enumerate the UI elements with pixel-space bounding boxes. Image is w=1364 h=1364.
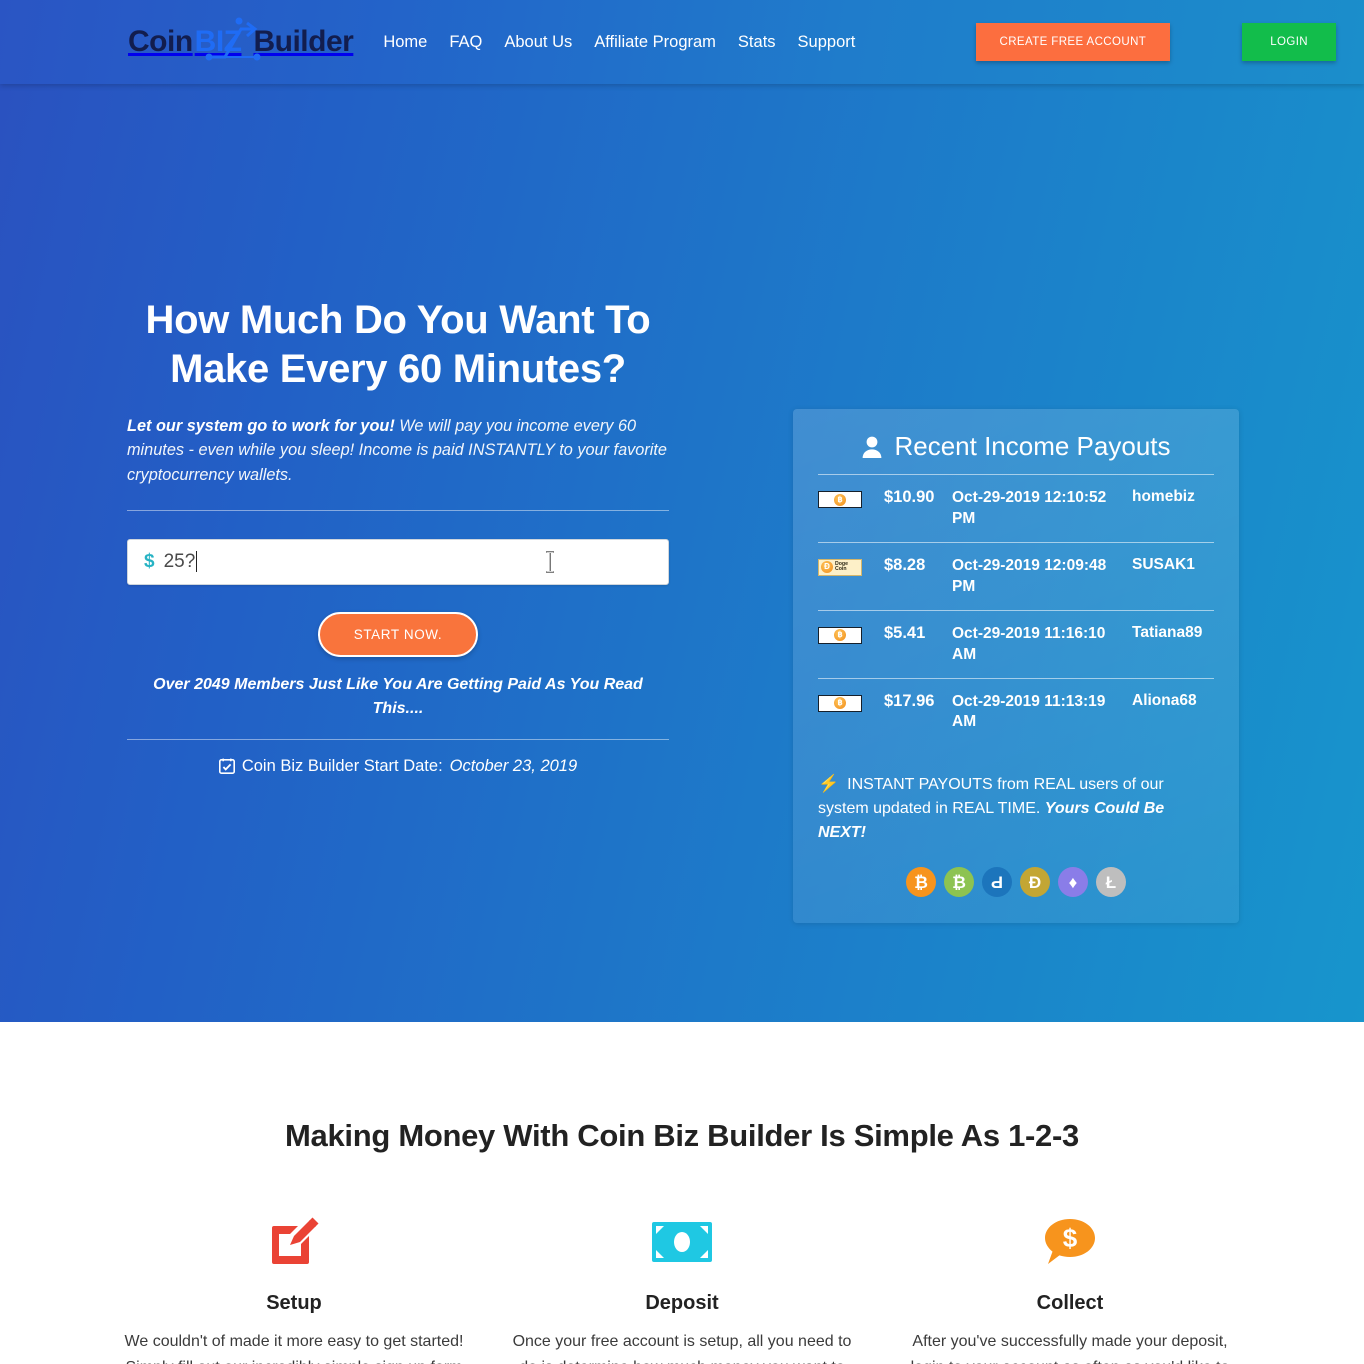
hero-content: How Much Do You Want To Make Every 60 Mi… (127, 296, 669, 776)
payout-row: ฿ $17.96 Oct-29-2019 11:13:19 AM Aliona6… (818, 679, 1214, 746)
step-collect: $ Collect After you've successfully made… (876, 1214, 1264, 1364)
nav-item-stats[interactable]: Stats (738, 33, 776, 52)
logo-text-coin: Coin (128, 25, 193, 58)
payouts-title-text: Recent Income Payouts (894, 431, 1171, 461)
lightning-bolt-icon: ⚡ (818, 774, 840, 794)
start-date-label: Coin Biz Builder Start Date: (241, 756, 443, 775)
step-description: After you've successfully made your depo… (911, 1333, 1230, 1364)
payout-username: Tatiana89 (1132, 623, 1203, 641)
dogecoin-note-icon: Ð Doge Coin (818, 558, 862, 576)
hero-section: How Much Do You Want To Make Every 60 Mi… (0, 84, 1364, 1022)
payout-row: ฿ $5.41 Oct-29-2019 11:16:10 AM Tatiana8… (818, 611, 1214, 679)
start-date-value: October 23, 2019 (449, 756, 578, 775)
payout-row: Ð Doge Coin $8.28 Oct-29-2019 12:09:48 P… (818, 543, 1214, 611)
step-icon-wrapper: $ (898, 1214, 1242, 1270)
svg-text:$: $ (1063, 1223, 1078, 1253)
nav-item-home[interactable]: Home (383, 33, 427, 52)
edit-square-icon (272, 1217, 319, 1264)
payout-row: ฿ $10.90 Oct-29-2019 12:10:52 PM homebiz (818, 475, 1214, 543)
calendar-check-icon (218, 758, 235, 775)
site-logo[interactable]: Coin BIZ Builder (128, 17, 354, 61)
login-button[interactable]: LOGIN (1242, 23, 1336, 61)
amount-input-value: 25? (163, 550, 196, 572)
start-date-line: Coin Biz Builder Start Date: October 23,… (127, 757, 669, 776)
bitcoin-cash-icon[interactable]: ₿ (944, 867, 974, 898)
bitcoin-icon[interactable]: ₿ (906, 867, 936, 898)
payout-amount: $10.90 (884, 488, 935, 506)
dogecoin-icon[interactable]: Ð (1020, 867, 1050, 898)
start-now-button[interactable]: START NOW. (317, 611, 479, 657)
payout-username: SUSAK1 (1132, 555, 1195, 573)
dogecoin-note-label: Doge Coin (835, 561, 848, 573)
hero-headline: How Much Do You Want To Make Every 60 Mi… (145, 298, 651, 391)
step-description: We couldn't of made it more easy to get … (124, 1333, 464, 1364)
money-bill-icon (652, 1222, 712, 1262)
bitcoin-note-icon: ฿ (818, 694, 862, 712)
instant-payouts-note: ⚡ INSTANT PAYOUTS from REAL users of our … (818, 771, 1214, 845)
payouts-list: ฿ $10.90 Oct-29-2019 12:10:52 PM homebiz… (818, 475, 1214, 745)
amount-input-wrapper: $ 25? (127, 538, 669, 585)
user-icon (863, 436, 882, 458)
payout-username: Aliona68 (1132, 691, 1197, 709)
bitcoin-coin-glyph: ฿ (834, 697, 846, 710)
nav-action-buttons: CREATE FREE ACCOUNT LOGIN (975, 23, 1336, 61)
how-it-works-title: Making Money With Coin Biz Builder Is Si… (285, 1118, 1079, 1153)
logo-text-biz: BIZ (193, 17, 261, 61)
payouts-card-title: Recent Income Payouts (818, 431, 1214, 475)
payout-amount: $5.41 (884, 623, 926, 642)
bitcoin-coin-glyph: ฿ (834, 629, 846, 642)
payout-datetime: Oct-29-2019 12:09:48 PM (952, 556, 1107, 595)
step-title: Setup (266, 1292, 322, 1314)
payout-datetime: Oct-29-2019 12:10:52 PM (952, 489, 1107, 527)
payout-datetime: Oct-29-2019 11:13:19 AM (952, 692, 1106, 731)
top-navigation-bar: Coin BIZ Builder Home FAQ About Us Affil… (0, 0, 1364, 84)
nav-item-faq[interactable]: FAQ (449, 33, 482, 52)
create-free-account-button[interactable]: CREATE FREE ACCOUNT (975, 23, 1171, 61)
step-title: Deposit (645, 1292, 719, 1314)
logo-biz-label: BIZ (194, 25, 242, 58)
dogecoin-coin-glyph: Ð (821, 561, 833, 574)
primary-nav: Home FAQ About Us Affiliate Program Stat… (383, 33, 855, 52)
payout-datetime: Oct-29-2019 11:16:10 AM (952, 624, 1106, 663)
bitcoin-note-icon: ฿ (818, 626, 862, 644)
dollar-chat-icon: $ (1045, 1219, 1095, 1264)
step-setup: Setup We couldn't of made it more easy t… (100, 1214, 488, 1364)
steps-row: Setup We couldn't of made it more easy t… (0, 1214, 1364, 1364)
step-title: Collect (1036, 1292, 1104, 1314)
nav-item-about-us[interactable]: About Us (504, 33, 572, 52)
litecoin-icon[interactable]: Ł (1096, 867, 1126, 898)
hero-subtext-bold: Let our system go to work for you! (127, 416, 395, 435)
amount-input[interactable]: $ 25? (127, 538, 669, 585)
how-it-works-section: Making Money With Coin Biz Builder Is Si… (0, 1022, 1364, 1364)
step-description: Once your free account is setup, all you… (512, 1333, 852, 1364)
payout-amount: $8.28 (884, 555, 926, 574)
supported-coins-row: ₿ ₿ Ԁ Ð ♦ Ł (818, 867, 1214, 898)
step-icon-wrapper (122, 1214, 466, 1270)
logo-text-builder: Builder (253, 25, 354, 58)
doge-line2: Coin (835, 566, 847, 573)
payout-amount: $17.96 (884, 691, 935, 710)
divider-top (127, 509, 669, 511)
recent-income-payouts-card: Recent Income Payouts ฿ $10.90 Oct-29-20… (793, 409, 1239, 924)
dash-icon[interactable]: Ԁ (982, 867, 1012, 898)
dollar-sign-icon: $ (144, 550, 155, 572)
members-counter-text: Over 2049 Members Just Like You Are Gett… (153, 675, 643, 717)
step-deposit: Deposit Once your free account is setup,… (488, 1214, 876, 1364)
hero-subtext: Let our system go to work for you! We wi… (127, 414, 669, 488)
ethereum-icon[interactable]: ♦ (1058, 867, 1088, 898)
nav-item-affiliate-program[interactable]: Affiliate Program (594, 33, 716, 52)
divider-bottom (127, 738, 669, 740)
nav-item-support[interactable]: Support (798, 33, 856, 52)
text-caret (196, 551, 198, 573)
bitcoin-note-icon: ฿ (818, 491, 862, 508)
step-icon-wrapper (510, 1214, 854, 1270)
bitcoin-coin-glyph: ฿ (834, 493, 846, 506)
payout-username: homebiz (1132, 488, 1195, 505)
